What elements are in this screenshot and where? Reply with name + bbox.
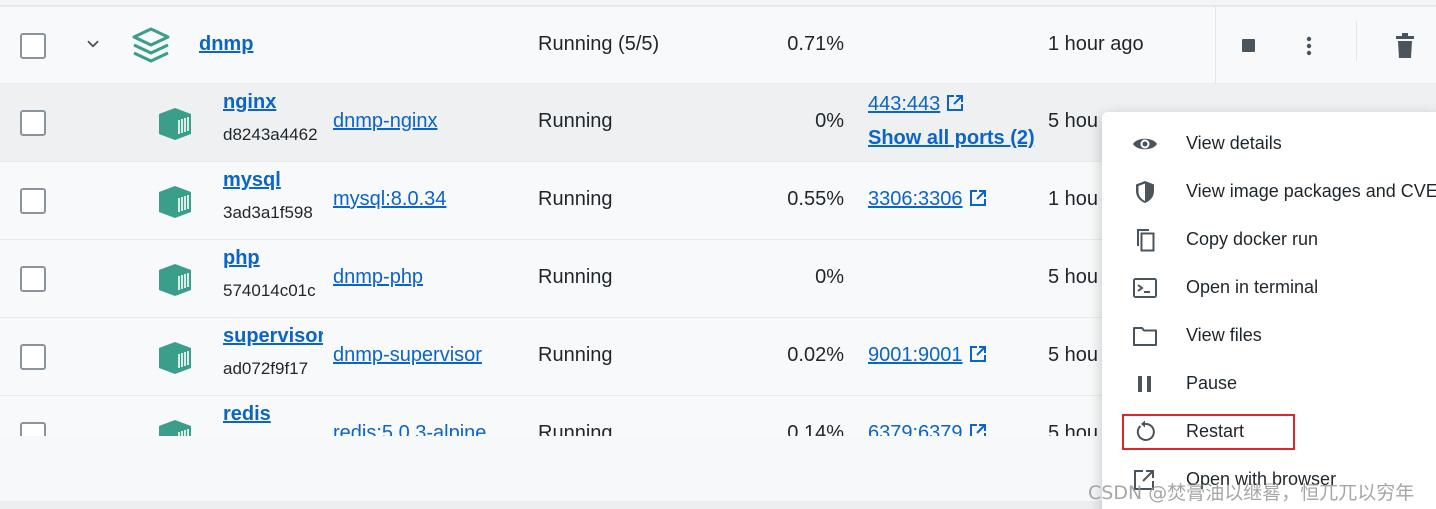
port-link[interactable]: 3306:3306 [868,188,987,211]
trash-icon[interactable] [1394,33,1416,59]
group-started: 1 hour ago [1048,33,1144,55]
container-id: 3ad3a1f598 [223,203,313,222]
watermark: CSDN @焚膏油以继晷，恒兀兀以穷年 [1088,482,1415,504]
container-icon [159,186,191,218]
port-text[interactable]: 3306:3306 [868,188,963,210]
folder-icon [1133,327,1157,346]
port-text[interactable]: 443:443 [868,93,940,115]
container-id: ad072f9f17 [223,359,309,378]
menu-label: View image packages and CVEs [1186,181,1436,201]
menu-item-open-in-terminal[interactable]: Open in terminal [1102,264,1436,312]
stop-icon[interactable] [1242,39,1255,52]
menu-item-view-image-packages[interactable]: View image packages and CVEs [1102,168,1436,216]
image-link[interactable]: dnmp-php [333,266,423,289]
restart-highlight-box [1122,414,1295,450]
container-status: Running [538,422,613,436]
terminal-icon [1133,278,1157,298]
container-started: 5 hou [1048,266,1099,288]
port-text[interactable]: 6379:6379 [868,422,963,436]
container-id: d8243a4462 [223,125,318,144]
row-checkbox[interactable] [20,266,46,292]
container-name-link[interactable]: nginx [223,91,323,114]
row-checkbox[interactable] [20,344,46,370]
port-link[interactable]: 443:443 [868,93,964,116]
pause-icon [1138,376,1151,392]
copy-icon [1137,229,1155,252]
container-icon [159,108,191,140]
menu-item-pause[interactable]: Pause [1102,360,1436,408]
show-all-ports-link[interactable]: Show all ports (2) [868,127,1035,150]
container-started: 5 hou [1048,344,1099,366]
container-name-link[interactable]: php [223,247,323,270]
container-started: 5 hou [1048,110,1099,132]
image-link[interactable]: dnmp-nginx [333,110,438,133]
menu-item-view-files[interactable]: View files [1102,312,1436,360]
container-icon [159,342,191,374]
group-name-link[interactable]: dnmp [199,33,253,56]
port-link[interactable]: 9001:9001 [868,344,987,367]
table-row-group[interactable]: dnmp Running (5/5) 0.71% 1 hour ago [0,6,1436,85]
menu-item-view-details[interactable]: View details [1102,120,1436,168]
compose-stack-icon [132,27,170,63]
row-checkbox[interactable] [20,33,46,59]
container-name-link[interactable]: mysql [223,169,323,192]
open-external-icon[interactable] [969,423,987,436]
group-cpu: 0.71% [787,33,844,55]
container-cpu: 0% [815,110,844,132]
port-link[interactable]: 6379:6379 [868,422,987,436]
container-cpu: 0.55% [787,188,844,210]
container-name-link[interactable]: redis [223,403,323,426]
menu-label: View details [1186,133,1282,153]
menu-label: View files [1186,325,1262,345]
eye-icon [1133,138,1157,150]
menu-item-copy-docker-run[interactable]: Copy docker run [1102,216,1436,264]
menu-label: Copy docker run [1186,229,1319,249]
container-status: Running [538,344,613,366]
more-options-icon[interactable] [1300,34,1318,58]
row-checkbox[interactable] [20,110,46,136]
container-cpu: 0.02% [787,344,844,366]
container-started: 5 hou [1048,422,1099,436]
group-status: Running (5/5) [538,33,660,55]
container-cpu: 0% [815,266,844,288]
container-cpu: 0.14% [787,422,844,436]
image-link[interactable]: redis:5.0.3-alpine [333,422,486,436]
menu-label: Pause [1186,373,1238,393]
open-external-icon[interactable] [969,345,987,363]
menu-label: Open in terminal [1186,277,1319,297]
container-name-link[interactable]: supervisor [223,325,323,348]
actions-divider [1356,21,1357,61]
image-link[interactable]: dnmp-supervisor [333,344,482,367]
container-id: 574014c01c [223,281,316,300]
container-icon [159,420,191,436]
chevron-down-icon[interactable] [84,35,102,53]
container-icon [159,264,191,296]
container-status: Running [538,110,613,132]
row-actions [1215,7,1436,85]
container-started: 1 hou [1048,188,1099,210]
row-checkbox[interactable] [20,422,46,436]
shield-icon [1136,181,1154,203]
container-status: Running [538,266,613,288]
image-link[interactable]: mysql:8.0.34 [333,188,446,211]
open-external-icon[interactable] [946,94,964,112]
row-checkbox[interactable] [20,188,46,214]
port-text[interactable]: 9001:9001 [868,344,963,366]
open-external-icon[interactable] [969,189,987,207]
container-status: Running [538,188,613,210]
